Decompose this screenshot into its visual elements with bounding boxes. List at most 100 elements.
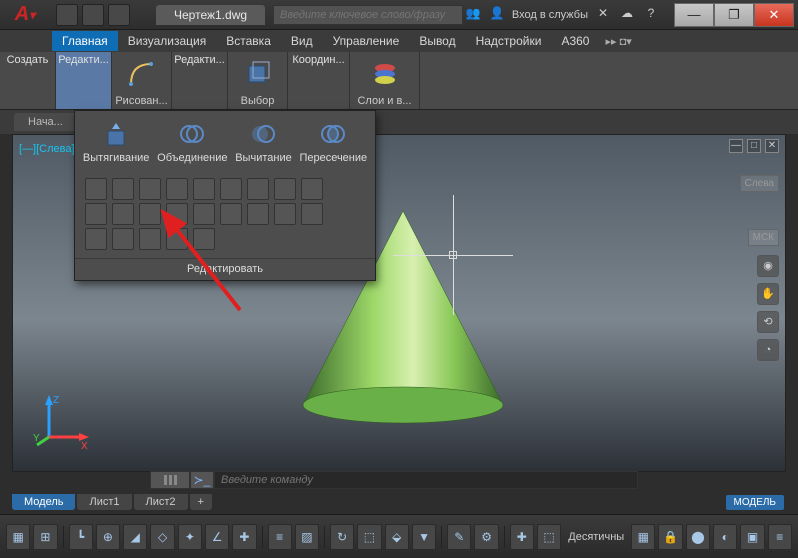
grid-tool-10[interactable]: [85, 203, 107, 225]
tab-home[interactable]: Главная: [52, 31, 118, 51]
vp-minimize-icon[interactable]: —: [729, 139, 743, 153]
sb-lock-icon[interactable]: 🔒: [658, 524, 682, 550]
tab-manage[interactable]: Управление: [323, 31, 410, 51]
sb-custom-icon[interactable]: ≡: [768, 524, 792, 550]
grid-tool-22[interactable]: [166, 228, 188, 250]
vp-close-icon[interactable]: ✕: [765, 139, 779, 153]
panel-create[interactable]: Создать: [7, 54, 49, 66]
command-input[interactable]: [214, 471, 638, 489]
cmd-prompt-icon[interactable]: ≻_: [190, 471, 214, 489]
grid-tool-1[interactable]: [85, 178, 107, 200]
tab-overflow-icon[interactable]: ▸▸ ◘▾: [605, 35, 631, 48]
infocenter-icon[interactable]: 👥: [464, 6, 482, 24]
sb-filter-icon[interactable]: ▼: [412, 524, 436, 550]
select-cube-icon[interactable]: [243, 58, 273, 88]
panel-edit[interactable]: Редакти...: [58, 54, 109, 66]
tab-view[interactable]: Вид: [281, 31, 323, 51]
tab-a360[interactable]: A360: [551, 31, 599, 51]
sb-cycling-icon[interactable]: ↻: [330, 524, 354, 550]
sb-annotation-icon[interactable]: ✎: [447, 524, 471, 550]
vp-maximize-icon[interactable]: □: [747, 139, 761, 153]
dropdown-footer[interactable]: Редактировать: [75, 258, 375, 280]
tool-union[interactable]: Объединение: [157, 119, 227, 164]
panel-select-label[interactable]: Выбор: [241, 94, 275, 109]
layout-sheet1[interactable]: Лист1: [77, 494, 131, 510]
grid-tool-21[interactable]: [139, 228, 161, 250]
tool-intersect[interactable]: Пересечение: [299, 119, 367, 164]
qat-expand-icon[interactable]: [108, 4, 130, 26]
layout-model[interactable]: Модель: [12, 494, 75, 510]
nav-pan-icon[interactable]: ✋: [757, 283, 779, 305]
grid-tool-9[interactable]: [301, 178, 323, 200]
sb-ucs-icon[interactable]: ⬚: [357, 524, 381, 550]
sb-transparency-icon[interactable]: ▨: [295, 524, 319, 550]
viewport-label[interactable]: [—][Слева]: [19, 143, 75, 155]
grid-tool-16[interactable]: [247, 203, 269, 225]
help-icon[interactable]: ?: [642, 6, 660, 24]
panel-edit2[interactable]: Редакти...: [174, 54, 225, 66]
grid-tool-15[interactable]: [220, 203, 242, 225]
nav-orbit-icon[interactable]: ⟲: [757, 311, 779, 333]
grid-tool-19[interactable]: [85, 228, 107, 250]
sb-grid-icon[interactable]: ▦: [6, 524, 30, 550]
grid-tool-17[interactable]: [274, 203, 296, 225]
grid-tool-6[interactable]: [220, 178, 242, 200]
line-arc-icon[interactable]: [127, 58, 157, 88]
sb-clean-icon[interactable]: ▣: [740, 524, 764, 550]
sb-osnap-icon[interactable]: ◇: [150, 524, 174, 550]
ucs-badge[interactable]: МСК: [748, 229, 779, 246]
grid-tool-13[interactable]: [166, 203, 188, 225]
sb-dyn-icon[interactable]: ✚: [232, 524, 256, 550]
layout-add[interactable]: +: [190, 494, 212, 510]
minimize-button[interactable]: —: [674, 3, 714, 27]
grid-tool-20[interactable]: [112, 228, 134, 250]
tab-output[interactable]: Вывод: [409, 31, 465, 51]
app-logo[interactable]: A▾: [0, 0, 50, 30]
grid-tool-23[interactable]: [193, 228, 215, 250]
grid-tool-3[interactable]: [139, 178, 161, 200]
ucs-icon[interactable]: Z X Y: [33, 391, 93, 451]
tab-addins[interactable]: Надстройки: [466, 31, 552, 51]
sb-hardware-icon[interactable]: ⬤: [686, 524, 710, 550]
grid-tool-12[interactable]: [139, 203, 161, 225]
sb-lineweight-icon[interactable]: ≡: [268, 524, 292, 550]
grid-tool-8[interactable]: [274, 178, 296, 200]
cmd-grip-icon[interactable]: [150, 471, 190, 489]
sb-iso-icon[interactable]: ◢: [123, 524, 147, 550]
layers-icon[interactable]: [370, 58, 400, 88]
search-input[interactable]: [273, 5, 463, 25]
exchange-icon[interactable]: ✕: [594, 6, 612, 24]
grid-tool-4[interactable]: [166, 178, 188, 200]
signin-icon[interactable]: 👤: [488, 6, 506, 24]
maximize-button[interactable]: ❐: [714, 3, 754, 27]
layout-sheet2[interactable]: Лист2: [134, 494, 188, 510]
panel-coord[interactable]: Координ...: [292, 54, 344, 66]
sb-annomonitor-icon[interactable]: ✚: [510, 524, 534, 550]
model-space-badge[interactable]: МОДЕЛЬ: [726, 495, 784, 510]
cloud-icon[interactable]: ☁: [618, 6, 636, 24]
sb-snap-icon[interactable]: ⊞: [33, 524, 57, 550]
sb-polar-icon[interactable]: ⊕: [96, 524, 120, 550]
qat-open-icon[interactable]: [82, 4, 104, 26]
grid-tool-5[interactable]: [193, 178, 215, 200]
nav-show-icon[interactable]: ◔: [757, 339, 779, 361]
tab-insert[interactable]: Вставка: [216, 31, 281, 51]
grid-tool-11[interactable]: [112, 203, 134, 225]
start-tab[interactable]: Нача...: [14, 113, 77, 131]
close-button[interactable]: ✕: [754, 3, 794, 27]
sb-units-label[interactable]: Десятичны: [564, 531, 628, 543]
view-orientation-badge[interactable]: Слева: [740, 175, 779, 192]
sb-gizmo-icon[interactable]: ⬙: [385, 524, 409, 550]
grid-tool-7[interactable]: [247, 178, 269, 200]
grid-tool-18[interactable]: [301, 203, 323, 225]
sb-isolate-icon[interactable]: ◐: [713, 524, 737, 550]
panel-layers-label[interactable]: Слои и в...: [357, 94, 411, 109]
sb-quickprops-icon[interactable]: ▦: [631, 524, 655, 550]
tab-visualize[interactable]: Визуализация: [118, 31, 217, 51]
tool-subtract[interactable]: Вычитание: [235, 119, 292, 164]
sb-3dosnap-icon[interactable]: ✦: [178, 524, 202, 550]
qat-new-icon[interactable]: [56, 4, 78, 26]
sb-units-icon[interactable]: ⬚: [537, 524, 561, 550]
panel-draw-label[interactable]: Рисован...: [115, 94, 167, 109]
signin-link[interactable]: Вход в службы: [512, 9, 588, 21]
